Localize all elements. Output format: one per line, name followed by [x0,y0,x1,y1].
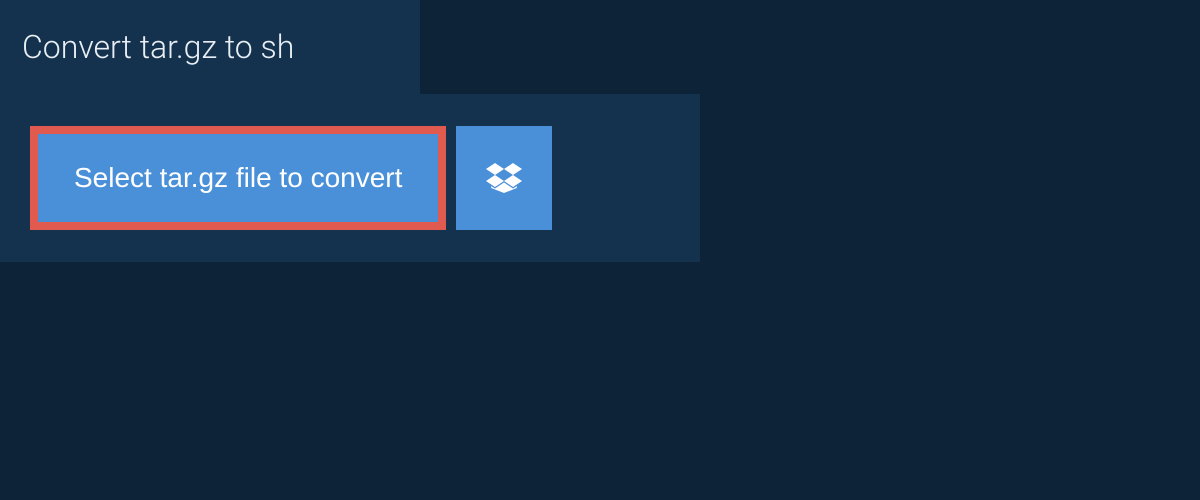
dropbox-icon [486,160,522,196]
dropbox-button[interactable] [456,126,552,230]
upload-panel: Select tar.gz file to convert [0,94,700,262]
converter-container: Convert tar.gz to sh Select tar.gz file … [0,0,1200,262]
select-file-label: Select tar.gz file to convert [74,162,402,194]
button-row: Select tar.gz file to convert [30,126,670,230]
select-file-button[interactable]: Select tar.gz file to convert [30,126,446,230]
page-title: Convert tar.gz to sh [0,0,420,94]
